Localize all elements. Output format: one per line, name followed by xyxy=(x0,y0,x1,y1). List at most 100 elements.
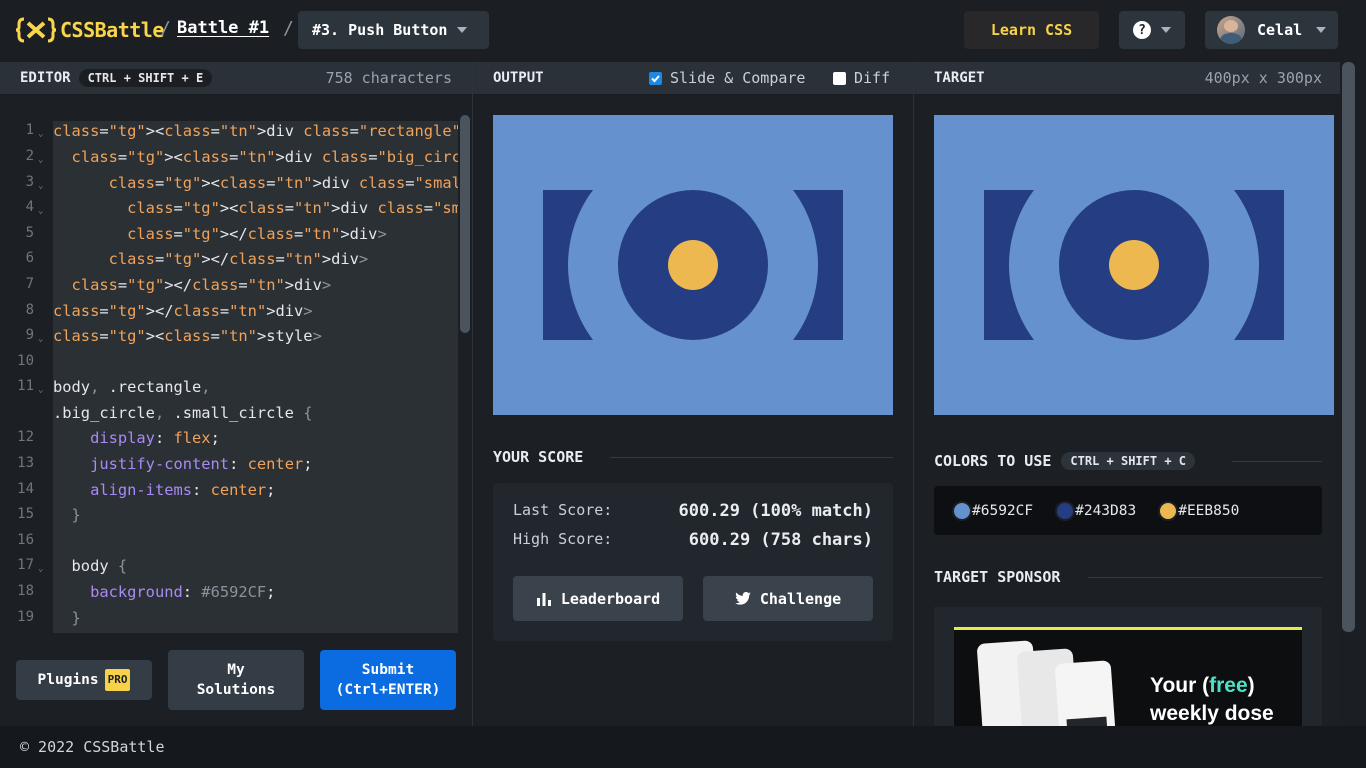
phone-mockup-image xyxy=(1054,660,1118,726)
fold-icon[interactable]: ⌄ xyxy=(38,564,43,574)
user-menu[interactable]: Celal xyxy=(1205,11,1338,49)
fold-icon[interactable]: ⌄ xyxy=(38,385,43,395)
leaderboard-button[interactable]: Leaderboard xyxy=(513,576,683,621)
code-line[interactable]: body { xyxy=(53,556,128,576)
smallest-circle-shape xyxy=(1109,240,1159,290)
line-number: 8 xyxy=(25,302,34,318)
logo-text: CSSBattle xyxy=(60,18,164,42)
target-canvas xyxy=(934,115,1334,415)
panel-divider xyxy=(472,62,473,726)
code-line[interactable]: justify-content: center; xyxy=(53,454,312,474)
chevron-down-icon xyxy=(457,27,468,33)
code-line[interactable]: class="tg"><class="tn">div class="big_ci… xyxy=(53,147,458,167)
code-line[interactable]: background: #6592CF; xyxy=(53,582,275,602)
editor-shortcut: CTRL + SHIFT + E xyxy=(78,69,213,87)
checkbox-unchecked-icon[interactable] xyxy=(833,71,846,85)
code-line[interactable]: class="tg"><class="tn">style> xyxy=(53,326,322,346)
code-line[interactable]: class="tg"></class="tn">div> xyxy=(53,249,369,269)
sponsor-heading: TARGET SPONSOR xyxy=(934,568,1061,586)
line-number: 18 xyxy=(17,583,34,599)
pro-badge: PRO xyxy=(104,669,131,691)
last-score-label: Last Score: xyxy=(513,501,613,519)
page-scrollbar[interactable] xyxy=(1342,62,1355,632)
code-line[interactable]: } xyxy=(53,505,81,525)
sponsor-headline-1: Your (free) xyxy=(1150,674,1255,697)
last-score-value: 600.29 (100% match) xyxy=(678,501,873,521)
line-number: 13 xyxy=(17,455,34,471)
battle-link[interactable]: Battle #1 xyxy=(177,18,269,38)
code-line[interactable]: body, .rectangle, xyxy=(53,377,211,397)
line-number: 14 xyxy=(17,481,34,497)
learn-css-button[interactable]: Learn CSS xyxy=(964,11,1099,49)
submit-button[interactable]: Submit (Ctrl+ENTER) xyxy=(320,650,456,710)
output-header: OUTPUT Slide & Compare Diff xyxy=(473,62,913,95)
panel-divider xyxy=(913,62,914,726)
code-line[interactable]: class="tg"><class="tn">div class="smalle… xyxy=(53,198,458,218)
line-number: 3 xyxy=(25,174,34,190)
output-render xyxy=(543,140,843,390)
code-line[interactable]: class="tg"><class="tn">div class="rectan… xyxy=(53,121,458,141)
output-title: OUTPUT xyxy=(493,70,544,86)
help-icon: ? xyxy=(1133,21,1151,39)
code-line[interactable]: } xyxy=(53,608,81,628)
sponsor-headline-2: weekly dose xyxy=(1150,702,1274,725)
line-number: 17 xyxy=(17,557,34,573)
footer: © 2022 CSSBattle xyxy=(0,726,1366,768)
output-canvas[interactable] xyxy=(493,115,893,415)
high-score-value: 600.29 (758 chars) xyxy=(688,530,873,550)
color-dot xyxy=(1158,500,1179,521)
code-line[interactable]: class="tg"></class="tn">div> xyxy=(53,301,313,321)
twitter-icon xyxy=(735,592,751,605)
smallest-circle-shape xyxy=(668,240,718,290)
code-line[interactable]: .big_circle, .small_circle { xyxy=(53,403,313,423)
slide-compare-label: Slide & Compare xyxy=(670,69,806,87)
code-line[interactable]: class="tg"></class="tn">div> xyxy=(53,275,332,295)
my-solutions-button[interactable]: My Solutions xyxy=(168,650,304,710)
editor-title: EDITOR xyxy=(20,70,71,86)
fold-icon[interactable]: ⌄ xyxy=(38,334,43,344)
editor-scrollbar[interactable] xyxy=(460,115,470,333)
line-number: 2 xyxy=(25,148,34,164)
code-line[interactable]: align-items: center; xyxy=(53,480,275,500)
line-number: 16 xyxy=(17,532,34,548)
divider xyxy=(1088,577,1322,578)
color-dot xyxy=(952,500,972,521)
target-select-label: #3. Push Button xyxy=(312,21,448,39)
target-select-dropdown[interactable]: #3. Push Button xyxy=(298,11,489,49)
code-line[interactable]: class="tg"><class="tn">div class="small_… xyxy=(53,173,458,193)
diff-toggle[interactable]: Diff xyxy=(833,69,890,87)
fold-icon[interactable]: ⌄ xyxy=(38,129,43,139)
username: Celal xyxy=(1257,21,1303,39)
checkbox-checked-icon[interactable] xyxy=(649,71,662,85)
target-title: TARGET xyxy=(934,70,985,86)
code-line[interactable]: display: flex; xyxy=(53,428,220,448)
logo-icon xyxy=(16,17,56,43)
code-line[interactable]: class="tg"></class="tn">div> xyxy=(53,224,387,244)
character-count: 758 characters xyxy=(325,69,452,87)
fold-icon[interactable]: ⌄ xyxy=(38,155,43,165)
target-render xyxy=(984,140,1284,390)
high-score-label: High Score: xyxy=(513,530,613,548)
color-swatch[interactable]: #243D83 xyxy=(1055,500,1136,521)
leaderboard-label: Leaderboard xyxy=(560,589,661,608)
line-number: 9 xyxy=(25,327,34,343)
challenge-button[interactable]: Challenge xyxy=(703,576,873,621)
color-hex: #6592CF xyxy=(972,502,1034,519)
editor-header: EDITOR CTRL + SHIFT + E 758 characters xyxy=(0,62,472,95)
help-dropdown[interactable]: ? xyxy=(1119,11,1185,49)
slide-compare-toggle[interactable]: Slide & Compare xyxy=(649,69,805,87)
code-textarea[interactable]: class="tg"><class="tn">div class="rectan… xyxy=(53,121,458,633)
challenge-label: Challenge xyxy=(759,589,842,608)
plugins-label: Plugins xyxy=(37,672,99,688)
fold-icon[interactable]: ⌄ xyxy=(38,206,43,216)
color-swatch[interactable]: #EEB850 xyxy=(1158,500,1239,521)
plugins-button[interactable]: Plugins PRO xyxy=(16,660,152,700)
bar-chart-icon xyxy=(536,592,551,606)
color-swatch[interactable]: #6592CF xyxy=(952,500,1034,521)
line-number: 7 xyxy=(25,276,34,292)
copyright: © 2022 CSSBattle xyxy=(20,738,165,756)
cssbattle-logo[interactable]: CSSBattle xyxy=(16,17,164,43)
top-bar: CSSBattle / Battle #1 / #3. Push Button … xyxy=(0,0,1366,62)
sponsor-ad[interactable]: Your (free) weekly dose xyxy=(954,627,1302,726)
fold-icon[interactable]: ⌄ xyxy=(38,181,43,191)
